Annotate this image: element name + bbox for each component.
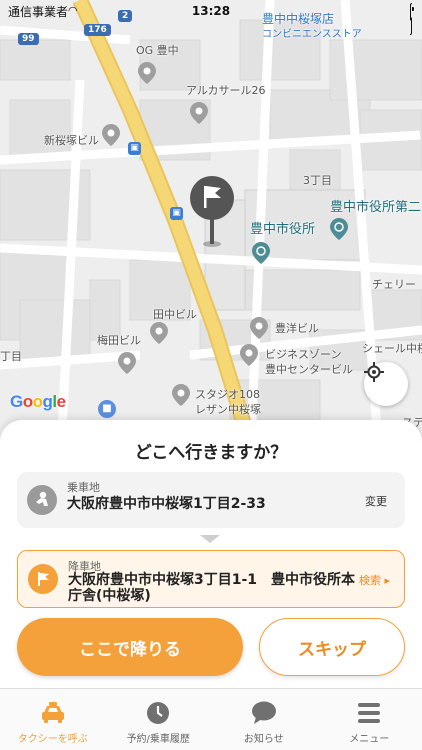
get-off-here-button[interactable]: ここで降りる — [17, 618, 243, 676]
pickup-label: 乗車地 — [67, 481, 100, 494]
poi-pin-icon[interactable] — [150, 322, 168, 344]
bus-stop-icon[interactable]: ▣ — [170, 207, 183, 220]
tab-notices-label: お知らせ — [243, 734, 284, 745]
poi-pin-icon[interactable] — [172, 384, 190, 406]
bus-stop-icon[interactable]: ▣ — [128, 142, 141, 155]
tab-history-label: 予約/乗車履歴 — [126, 734, 190, 745]
map-label-bizzone[interactable]: ビジネスゾーン — [265, 346, 341, 362]
pickup-card[interactable]: 乗車地 大阪府豊中市中桜塚1丁目2-33 変更 — [17, 472, 405, 528]
shopping-bag-icon[interactable]: ■ — [98, 400, 116, 418]
map-label-bizzone-center[interactable]: 豊中センタービル — [265, 361, 353, 377]
cityhall-pin-icon[interactable] — [252, 242, 270, 264]
map-label-umeda[interactable]: 梅田ビル — [97, 332, 141, 348]
tab-call-taxi[interactable]: タクシーを呼ぶ — [0, 689, 106, 750]
map-label-chome: 丁目 — [0, 350, 22, 363]
clock-icon — [144, 699, 172, 727]
search-dropoff-link[interactable]: 検索 ▸ — [359, 572, 390, 588]
status-time: 13:28 — [191, 4, 231, 18]
flag-icon — [28, 564, 58, 594]
map-label-arcasarle[interactable]: アルカサール26 — [186, 82, 266, 98]
skip-button[interactable]: スキップ — [259, 618, 405, 676]
map-label-shell[interactable]: シェール中桜 — [362, 340, 422, 356]
google-logo: Google — [10, 392, 66, 411]
taxi-icon — [39, 699, 67, 727]
status-bar: 通信事業者 ◠ 13:28 — [0, 0, 422, 35]
map-label-toyo[interactable]: 豊洋ビル — [275, 320, 319, 336]
tab-menu-label: メニュー — [349, 734, 390, 745]
tab-menu[interactable]: メニュー — [317, 689, 422, 750]
map-label-residence[interactable]: レザン中桜塚 — [195, 401, 261, 417]
sheet-title: どこへ行きますか？ — [134, 443, 288, 463]
current-location-button[interactable] — [364, 362, 408, 406]
pickup-address: 大阪府豊中市中桜塚1丁目2-33 — [67, 496, 266, 512]
poi-pin-icon[interactable] — [250, 317, 268, 339]
poi-pin-icon[interactable] — [240, 344, 258, 366]
tab-call-taxi-label: タクシーを呼ぶ — [17, 734, 88, 745]
map-label-og[interactable]: OG 豊中 — [136, 42, 179, 58]
chat-bubble-icon — [250, 699, 278, 727]
change-pickup-link[interactable]: 変更 — [365, 493, 387, 509]
destination-sheet: どこへ行きますか？ 乗車地 大阪府豊中市中桜塚1丁目2-33 変更 降車地 大阪… — [0, 420, 422, 688]
poi-pin-icon[interactable] — [102, 124, 120, 146]
crosshair-icon — [364, 362, 384, 382]
cityhall-pin-icon[interactable] — [330, 218, 348, 240]
map-label-studio[interactable]: スタジオ108 — [195, 386, 260, 402]
map-label-cherry[interactable]: チェリー — [372, 276, 416, 292]
tab-history[interactable]: 予約/乗車履歴 — [106, 689, 212, 750]
battery-icon — [410, 3, 412, 35]
map-label-tanaka[interactable]: 田中ビル — [153, 306, 197, 322]
menu-icon — [355, 699, 383, 727]
route-99-badge: 99 — [18, 33, 39, 45]
poi-pin-icon[interactable] — [118, 352, 136, 374]
passenger-icon — [27, 485, 57, 515]
dropoff-card[interactable]: 降車地 大阪府豊中市中桜塚3丁目1-1 豊中市役所本庁舎(中桜塚) 検索 ▸ — [17, 550, 405, 608]
route-176-badge: 176 — [84, 24, 111, 36]
poi-pin-icon[interactable] — [138, 62, 156, 84]
route-connector-arrow — [200, 535, 220, 543]
destination-flag-pin-icon[interactable] — [188, 176, 236, 248]
map-label-cityhall2[interactable]: 豊中市役所第二 — [330, 196, 421, 215]
map-label-store-category: コンビニエンスストア — [262, 29, 362, 40]
map-view[interactable]: 99 176 2 豊中中桜塚店 コンビニエンスストア OG 豊中 アルカサール2… — [0, 0, 422, 470]
dropoff-address: 大阪府豊中市中桜塚3丁目1-1 豊中市役所本庁舎(中桜塚) — [68, 572, 356, 604]
tab-notices[interactable]: お知らせ — [211, 689, 317, 750]
map-label-chome3: 3丁目 — [303, 174, 332, 187]
poi-pin-icon[interactable] — [190, 102, 208, 124]
map-label-cityhall[interactable]: 豊中市役所 — [250, 218, 315, 237]
tab-bar: タクシーを呼ぶ 予約/乗車履歴 お知らせ メニュー — [0, 688, 422, 750]
map-label-shinsakurazuka[interactable]: 新桜塚ビル — [44, 132, 99, 148]
